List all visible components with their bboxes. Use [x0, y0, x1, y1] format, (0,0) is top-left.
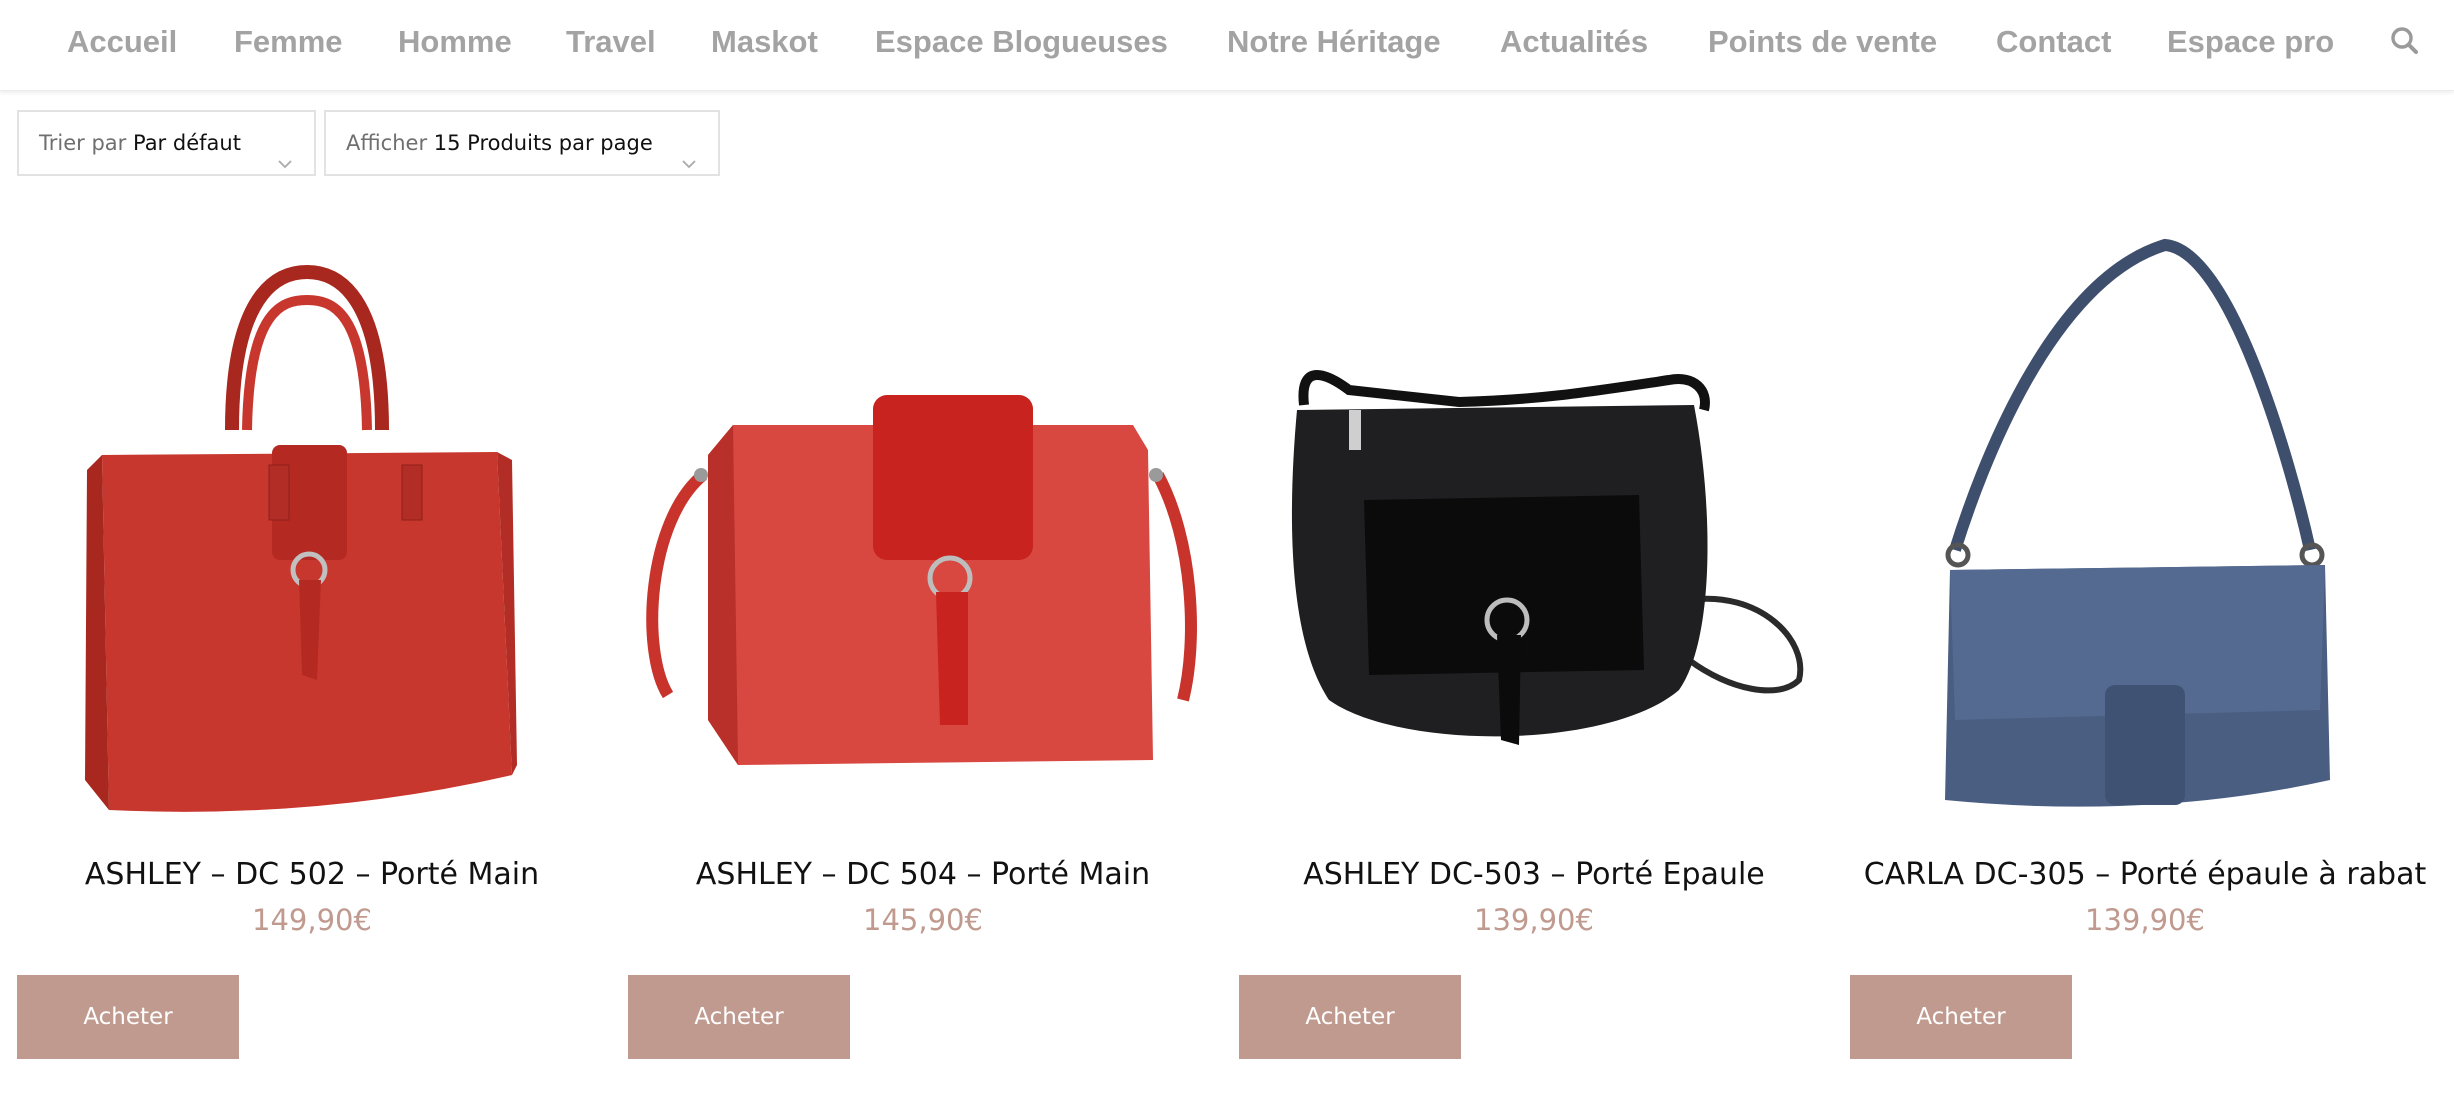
nav-item-espace-blogueuses[interactable]: Espace Blogueuses [875, 20, 1168, 64]
buy-button[interactable]: Acheter [1239, 975, 1461, 1059]
orderby-value: Par défaut [132, 131, 241, 155]
product-title[interactable]: ASHLEY – DC 504 – Porté Main [628, 857, 1218, 892]
nav-item-homme[interactable]: Homme [398, 20, 512, 64]
search-icon[interactable] [2388, 24, 2422, 58]
product-price: 149,90€ [252, 903, 372, 937]
product-price: 139,90€ [2085, 903, 2205, 937]
product-title[interactable]: CARLA DC-305 – Porté épaule à rabat [1850, 857, 2440, 892]
perpage-prefix: Afficher [346, 131, 428, 155]
nav-item-espace-pro[interactable]: Espace pro [2167, 20, 2334, 64]
product-image[interactable] [1850, 220, 2440, 840]
nav-item-actualites[interactable]: Actualités [1500, 20, 1648, 64]
buy-button[interactable]: Acheter [628, 975, 850, 1059]
chevron-down-icon [276, 135, 294, 169]
nav-item-contact[interactable]: Contact [1996, 20, 2111, 64]
product-price: 145,90€ [863, 903, 983, 937]
product-title[interactable]: ASHLEY DC-503 – Porté Epaule [1239, 857, 1829, 892]
perpage-select[interactable]: Afficher 15 Produits par page [324, 110, 720, 176]
chevron-down-icon [680, 135, 698, 169]
product-card: ASHLEY – DC 504 – Porté Main 145,90€ Ach… [628, 220, 1218, 1070]
product-card: ASHLEY DC-503 – Porté Epaule 139,90€ Ach… [1239, 220, 1829, 1070]
buy-button[interactable]: Acheter [17, 975, 239, 1059]
buy-button[interactable]: Acheter [1850, 975, 2072, 1059]
nav-item-points-de-vente[interactable]: Points de vente [1708, 20, 1937, 64]
product-title[interactable]: ASHLEY – DC 502 – Porté Main [17, 857, 607, 892]
orderby-prefix: Trier par [39, 131, 127, 155]
main-navigation: Accueil Femme Homme Travel Maskot Espace… [0, 0, 2454, 91]
product-card: ASHLEY – DC 502 – Porté Main 149,90€ Ach… [17, 220, 607, 1070]
product-image[interactable] [17, 220, 607, 840]
nav-item-notre-heritage[interactable]: Notre Héritage [1227, 20, 1441, 64]
orderby-select[interactable]: Trier par Par défaut [17, 110, 316, 176]
nav-item-maskot[interactable]: Maskot [711, 20, 818, 64]
product-image[interactable] [628, 220, 1218, 840]
product-price: 139,90€ [1474, 903, 1594, 937]
product-image[interactable] [1239, 220, 1829, 840]
nav-item-accueil[interactable]: Accueil [67, 20, 177, 64]
perpage-value: 15 Produits par page [433, 131, 653, 155]
nav-item-femme[interactable]: Femme [234, 20, 343, 64]
product-card: CARLA DC-305 – Porté épaule à rabat 139,… [1850, 220, 2440, 1070]
nav-item-travel[interactable]: Travel [566, 20, 656, 64]
